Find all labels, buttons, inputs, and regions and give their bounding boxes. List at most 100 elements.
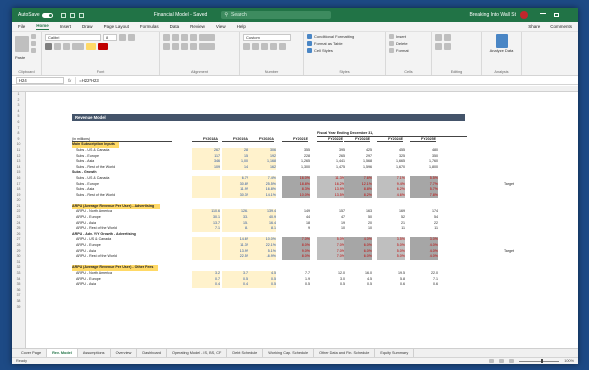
increase-font-icon[interactable] bbox=[119, 34, 126, 41]
data-cell[interactable]: 0.5 bbox=[282, 282, 310, 288]
tab-view[interactable]: View bbox=[216, 24, 226, 29]
tab-insert[interactable]: Insert bbox=[60, 24, 71, 29]
delete-cells-button[interactable]: Delete bbox=[396, 41, 408, 46]
format-painter-icon[interactable] bbox=[31, 48, 36, 53]
fill-color-icon[interactable] bbox=[86, 43, 96, 50]
font-color-icon[interactable] bbox=[98, 43, 108, 50]
merge-center-icon[interactable] bbox=[199, 43, 215, 50]
format-cells-icon bbox=[389, 48, 394, 53]
wrap-text-icon[interactable] bbox=[199, 34, 215, 41]
conditional-format-button[interactable]: Conditional Formatting bbox=[314, 34, 354, 39]
user-area[interactable]: Breaking Into Wall St bbox=[469, 11, 572, 19]
redo-icon[interactable] bbox=[78, 12, 84, 18]
paste-icon[interactable] bbox=[15, 35, 29, 52]
underline-icon[interactable] bbox=[63, 43, 70, 50]
tab-file[interactable]: File bbox=[18, 24, 25, 29]
font-group-label: Font bbox=[96, 70, 105, 74]
align-top-icon[interactable] bbox=[163, 34, 170, 41]
indent-icon[interactable] bbox=[190, 43, 197, 50]
autosave-label: AutoSave bbox=[18, 12, 40, 18]
share-button[interactable]: Share bbox=[528, 24, 540, 29]
data-cell[interactable]: 0.5 bbox=[317, 282, 345, 288]
row-headers: 1 2 3 4 5 6 7 8 9 10 11 12 13 14 15 16 17 18 19 20 21 22 23 24 2… bbox=[12, 92, 26, 348]
autosum-icon[interactable] bbox=[435, 34, 442, 41]
data-cell[interactable]: 0.6 bbox=[377, 282, 405, 288]
number-format-select[interactable]: Custom bbox=[243, 34, 291, 41]
tab-formulas[interactable]: Formulas bbox=[140, 24, 159, 29]
analyze-data-button[interactable]: Analyze Data bbox=[490, 48, 514, 53]
format-cells-button[interactable]: Format bbox=[396, 48, 409, 53]
close-icon[interactable] bbox=[567, 13, 572, 18]
increase-decimal-icon[interactable] bbox=[270, 43, 277, 50]
percent-icon[interactable] bbox=[252, 43, 259, 50]
currency-icon[interactable] bbox=[243, 43, 250, 50]
data-cell[interactable]: 0.4 bbox=[192, 282, 220, 288]
format-table-button[interactable]: Format as Table bbox=[314, 41, 343, 46]
maximize-icon[interactable] bbox=[554, 12, 559, 17]
row-number[interactable]: 39 bbox=[12, 305, 25, 311]
name-box[interactable]: H24 bbox=[16, 76, 64, 84]
page-break-icon[interactable] bbox=[509, 359, 515, 363]
normal-view-icon[interactable] bbox=[489, 359, 495, 363]
font-name-select[interactable]: Calibri bbox=[45, 34, 101, 41]
save-icon[interactable] bbox=[60, 12, 66, 18]
excel-window: AutoSave Financial Model - Saved ⚲ Searc… bbox=[12, 8, 578, 364]
row-label[interactable]: ARPU - Asia bbox=[72, 282, 190, 288]
tab-help[interactable]: Help bbox=[237, 24, 246, 29]
tab-page-layout[interactable]: Page Layout bbox=[104, 24, 129, 29]
zoom-level[interactable]: 100% bbox=[564, 359, 574, 363]
tab-draw[interactable]: Draw bbox=[82, 24, 93, 29]
cut-icon[interactable] bbox=[31, 34, 36, 39]
avatar[interactable] bbox=[520, 11, 528, 19]
title-bar: AutoSave Financial Model - Saved ⚲ Searc… bbox=[12, 8, 578, 22]
group-number: Custom Number bbox=[240, 32, 304, 75]
bold-icon[interactable] bbox=[45, 43, 52, 50]
data-cell[interactable]: 0.5 bbox=[344, 282, 372, 288]
search-box[interactable]: ⚲ Search bbox=[221, 11, 332, 19]
align-right-icon[interactable] bbox=[181, 43, 188, 50]
tab-review[interactable]: Review bbox=[190, 24, 205, 29]
formula-input[interactable]: =H22*H23 bbox=[75, 76, 574, 84]
data-cell[interactable]: 0.5 bbox=[248, 282, 276, 288]
cell-styles-button[interactable]: Cell Styles bbox=[314, 48, 333, 53]
search-placeholder: Search bbox=[231, 12, 247, 18]
window-controls bbox=[540, 12, 572, 18]
tab-home[interactable]: Home bbox=[36, 23, 49, 30]
autosave-toggle[interactable] bbox=[41, 12, 53, 18]
decrease-font-icon[interactable] bbox=[128, 34, 135, 41]
font-size-select[interactable]: 8 bbox=[103, 34, 117, 41]
align-bottom-icon[interactable] bbox=[181, 34, 188, 41]
copy-icon[interactable] bbox=[31, 41, 36, 46]
insert-cells-button[interactable]: Insert bbox=[396, 34, 406, 39]
fill-icon[interactable] bbox=[435, 43, 442, 50]
search-icon: ⚲ bbox=[224, 12, 228, 18]
worksheet-grid[interactable]: 1 2 3 4 5 6 7 8 9 10 11 12 13 14 15 16 17 18 19 20 21 22 23 24 2… bbox=[12, 86, 578, 348]
page-layout-icon[interactable] bbox=[499, 359, 505, 363]
align-center-icon[interactable] bbox=[172, 43, 179, 50]
sheet-tabs: Cover Page Rev. Model Assumptions Overview D… bbox=[12, 348, 578, 358]
align-left-icon[interactable] bbox=[163, 43, 170, 50]
zoom-slider[interactable] bbox=[519, 359, 560, 363]
comments-button[interactable]: Comments bbox=[550, 24, 572, 29]
delete-cells-icon bbox=[389, 41, 394, 46]
user-name: Breaking Into Wall St bbox=[469, 12, 516, 18]
sort-filter-icon[interactable] bbox=[444, 34, 451, 41]
italic-icon[interactable] bbox=[54, 43, 61, 50]
align-middle-icon[interactable] bbox=[172, 34, 179, 41]
borders-icon[interactable] bbox=[72, 43, 84, 50]
sheet-cells[interactable]: Revenue Model Fiscal Year Ending December… bbox=[26, 92, 578, 348]
decrease-decimal-icon[interactable] bbox=[279, 43, 286, 50]
status-ready: Ready bbox=[16, 359, 27, 363]
undo-icon[interactable] bbox=[69, 12, 75, 18]
fx-icon[interactable]: fx bbox=[68, 78, 71, 83]
table-row: ARPU - Asia 0.4 0.48 0.5 0.5 0.5 0.5 0.6 0.6 bbox=[26, 282, 578, 288]
data-cell[interactable]: 0.6 bbox=[410, 282, 438, 288]
minimize-icon[interactable] bbox=[540, 12, 546, 14]
data-cell[interactable]: 0.48 bbox=[222, 282, 250, 288]
analyze-data-icon[interactable] bbox=[495, 34, 508, 48]
comma-icon[interactable] bbox=[261, 43, 268, 50]
autosave[interactable]: AutoSave bbox=[18, 12, 53, 18]
orientation-icon[interactable] bbox=[190, 34, 197, 41]
tab-data[interactable]: Data bbox=[170, 24, 180, 29]
find-select-icon[interactable] bbox=[444, 43, 451, 50]
